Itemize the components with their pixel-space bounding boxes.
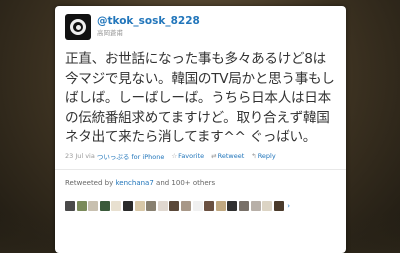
- tweet-date[interactable]: 23 Jul: [65, 152, 83, 160]
- retweeter-avatar[interactable]: [157, 200, 168, 211]
- tweet-card: @tkok_sosk_8228 高岡蒼甫 正直、お世話になった事も多々あるけど8…: [55, 6, 346, 253]
- retweeter-link[interactable]: kenchana7: [115, 179, 153, 187]
- retweeted-by-line: Retweeted by kenchana7 and 100+ others: [65, 179, 336, 187]
- retweeter-avatar[interactable]: [99, 200, 110, 211]
- tweet-text: 正直、お世話になった事も多々あるけど8は今マジで見ない。韓国のTV局かと思う事も…: [65, 51, 335, 145]
- tweet-source-link[interactable]: ついっぷる for iPhone: [97, 151, 165, 161]
- retweeter-avatar[interactable]: [180, 200, 191, 211]
- retweeter-avatar[interactable]: [76, 200, 87, 211]
- retweeter-avatar[interactable]: [134, 200, 145, 211]
- reply-label: Reply: [257, 151, 276, 160]
- retweeter-avatar[interactable]: [238, 200, 249, 211]
- retweet-icon: ⇄: [211, 151, 217, 160]
- retweeter-avatar[interactable]: [273, 200, 284, 211]
- reply-action[interactable]: ↰ Reply: [251, 152, 275, 160]
- tweet-author[interactable]: @tkok_sosk_8228 高岡蒼甫: [65, 14, 336, 44]
- retweet-label: Retweet: [217, 151, 245, 160]
- retweeter-avatar[interactable]: [65, 200, 75, 211]
- retweeter-avatar[interactable]: [88, 200, 99, 211]
- retweeter-avatars: ›: [65, 200, 336, 211]
- retweeter-avatar[interactable]: [250, 200, 261, 211]
- avatar[interactable]: [65, 14, 91, 40]
- retweeted-by-prefix: Retweeted by: [65, 178, 114, 187]
- tweet-meta: 23 Jul via ついっぷる for iPhone ☆ Favorite ⇄…: [65, 151, 336, 161]
- retweeter-avatar[interactable]: [227, 200, 238, 211]
- retweeter-avatar[interactable]: [111, 200, 122, 211]
- real-name: 高岡蒼甫: [97, 28, 123, 37]
- reply-arrow-icon: ↰: [251, 151, 257, 160]
- favorite-label: Favorite: [178, 151, 205, 160]
- retweeted-by-suffix: and 100+ others: [156, 178, 216, 187]
- retweeter-avatar[interactable]: [122, 200, 133, 211]
- retweeter-avatar[interactable]: [262, 200, 273, 211]
- retweeter-avatar[interactable]: [215, 200, 226, 211]
- retweeter-avatar[interactable]: [192, 200, 203, 211]
- more-retweeters-arrow-icon[interactable]: ›: [287, 201, 290, 211]
- via-label: via: [85, 151, 95, 160]
- avatar-logo-icon: [70, 19, 86, 35]
- favorite-action[interactable]: ☆ Favorite: [171, 152, 204, 160]
- retweeter-avatar[interactable]: [146, 200, 157, 211]
- retweet-action[interactable]: ⇄ Retweet: [211, 152, 244, 160]
- retweeter-avatar[interactable]: [204, 200, 215, 211]
- retweeter-avatar[interactable]: [169, 200, 180, 211]
- divider: [55, 168, 346, 170]
- screen-name-link[interactable]: @tkok_sosk_8228: [97, 16, 200, 27]
- star-icon: ☆: [171, 151, 178, 160]
